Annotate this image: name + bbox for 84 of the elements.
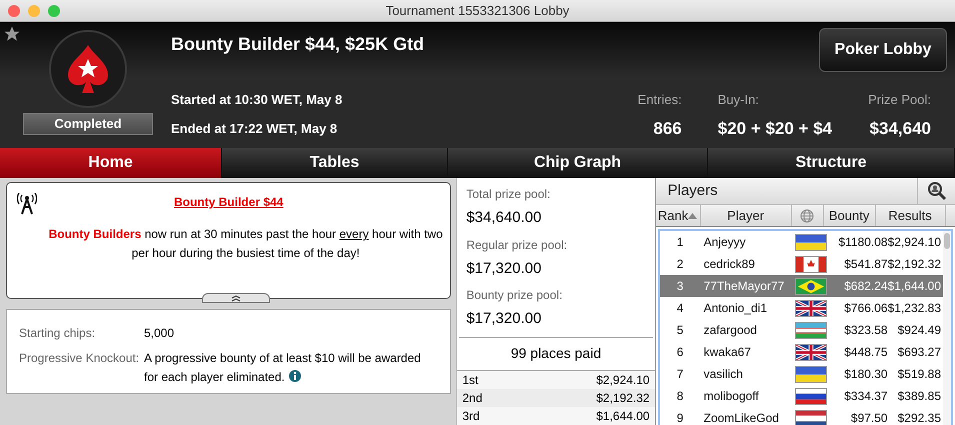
- news-message: Bounty Builders now run at 30 minutes past the hour every hour with two per hour during the busiest time of the day!: [48, 226, 444, 262]
- rank-cell-text: 1: [676, 234, 684, 251]
- pool-value: $17,320.00: [466, 258, 542, 278]
- players-title: Players: [666, 180, 719, 201]
- rank-cell-text: 5: [676, 322, 684, 339]
- antenna-icon: [17, 193, 37, 215]
- player-cell-text: cedrick89: [702, 256, 756, 273]
- results-cell-text: $1,644.00: [888, 278, 941, 295]
- collapse-handle[interactable]: [202, 293, 270, 303]
- detail-value: A progressive bounty of at least $10 will be awarded for each player eliminated.: [144, 350, 422, 386]
- stat-label: Buy-In:: [718, 91, 759, 109]
- bounty-cell-text: $180.30: [843, 366, 888, 383]
- pool-value: $17,320.00: [466, 309, 542, 329]
- end-time: Ended at 17:22 WET, May 8: [171, 120, 338, 138]
- stat-value: $34,640: [870, 118, 931, 140]
- status-ribbon: Completed: [23, 113, 153, 135]
- pool-label: Regular prize pool:: [466, 236, 568, 254]
- payout-amount: $1,644.00: [596, 408, 650, 425]
- results-cell-text: $292.35: [896, 410, 941, 425]
- bounty-cell-text: $334.37: [843, 388, 888, 405]
- bounty-cell-text: $323.58: [843, 322, 888, 339]
- search-icon[interactable]: [926, 181, 946, 201]
- pool-label: Total prize pool:: [466, 186, 552, 203]
- start-time: Started at 10:30 WET, May 8: [171, 90, 344, 109]
- column-header[interactable]: Player: [700, 205, 792, 226]
- bounty-cell-text: $97.50: [850, 410, 888, 425]
- poker-lobby-button[interactable]: Poker Lobby: [819, 28, 947, 72]
- scrollbar-thumb[interactable]: [944, 233, 950, 249]
- stat-label: Entries:: [638, 91, 682, 109]
- player-cell-text: vasilich: [702, 366, 744, 383]
- column-header[interactable]: Results: [876, 205, 946, 226]
- tab[interactable]: Tables: [222, 148, 448, 178]
- rank-cell-text: 8: [676, 388, 684, 405]
- rank-cell-text: 4: [676, 300, 684, 317]
- player-cell-text: ZoomLikeGod: [702, 410, 780, 425]
- window-title: Tournament 1553321306 Lobby: [386, 2, 570, 20]
- column-header[interactable]: Bounty: [824, 205, 876, 226]
- player-cell-text: Anjeyyy: [702, 234, 747, 251]
- stat-label: Prize Pool:: [868, 91, 931, 109]
- results-cell-text: $1,232.83: [888, 300, 941, 317]
- player-cell-text: kwaka67: [702, 344, 752, 361]
- player-cell-text: 77TheMayor77: [702, 278, 786, 295]
- pool-value: $34,640.00: [466, 208, 542, 228]
- tournament-title: Bounty Builder $44, $25K Gtd: [171, 33, 426, 56]
- info-icon[interactable]: [288, 370, 301, 382]
- results-cell-text: $519.88: [896, 366, 941, 383]
- bounty-cell-text: $766.06: [843, 300, 888, 317]
- results-cell-text: $2,924.10: [888, 234, 941, 251]
- payout-place: 3rd: [462, 408, 480, 425]
- chevron-up-icon[interactable]: [231, 294, 241, 302]
- results-cell-text: $389.85: [896, 388, 941, 405]
- stat-value: 866: [653, 118, 682, 140]
- player-cell-text: molibogoff: [702, 388, 760, 405]
- rank-cell-text: 2: [676, 256, 684, 273]
- payout-amount: $2,192.32: [596, 390, 650, 407]
- bounty-cell-text: $541.87: [843, 256, 888, 273]
- bounty-cell-text: $682.24: [843, 278, 888, 295]
- results-cell-text: $924.49: [896, 322, 941, 339]
- tab[interactable]: Chip Graph: [448, 148, 708, 178]
- results-cell-text: $2,192.32: [888, 256, 941, 273]
- detail-value: 5,000: [144, 325, 176, 342]
- stat-value: $20 + $20 + $4: [718, 118, 832, 140]
- column-header[interactable]: Rank: [656, 205, 701, 226]
- player-cell-text: Antonio_di1: [702, 300, 768, 317]
- rank-cell-text: 3: [676, 278, 684, 295]
- bounty-cell-text: $448.75: [843, 344, 888, 361]
- payout-place: 1st: [462, 372, 478, 389]
- bounty-cell-text: $1180.08: [837, 234, 888, 251]
- rank-cell-text: 6: [676, 344, 684, 361]
- results-cell-text: $693.27: [896, 344, 941, 361]
- sort-arrow-icon: [688, 212, 698, 218]
- player-row[interactable]: 3 77TheMayor77 $682.24$1,644.00: [660, 275, 943, 297]
- tab[interactable]: Home: [0, 148, 222, 178]
- tab[interactable]: Structure: [708, 148, 955, 178]
- pool-label: Bounty prize pool:: [466, 287, 564, 304]
- detail-label: Starting chips:: [19, 325, 96, 342]
- rank-cell-text: 7: [676, 366, 684, 383]
- detail-label: Progressive Knockout:: [19, 350, 140, 367]
- payout-amount: $2,924.10: [596, 372, 650, 389]
- globe-icon[interactable]: [800, 208, 814, 222]
- player-cell-text: zafargood: [702, 322, 758, 339]
- news-headline-link[interactable]: Bounty Builder $44: [174, 193, 284, 211]
- payout-place: 2nd: [462, 390, 482, 407]
- rank-cell-text: 9: [676, 410, 684, 425]
